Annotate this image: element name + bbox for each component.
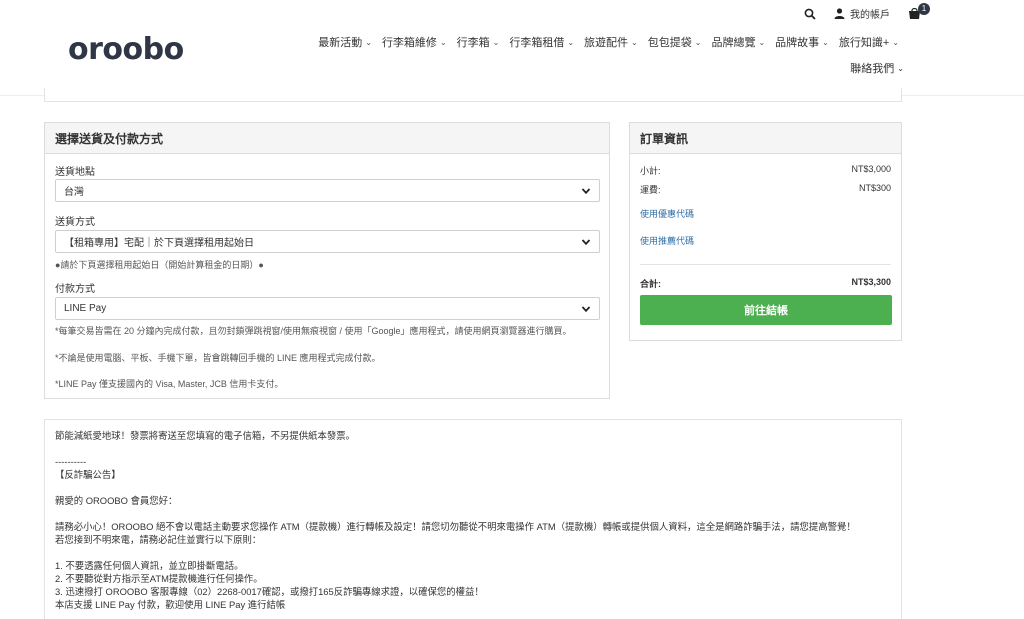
nav-item-label: 品牌故事 [775,37,820,49]
nav-item[interactable]: 行李箱維修 ⌄ [377,34,452,50]
subtotal-row: 小計: NT$3,000 [640,164,891,177]
subtotal-label: 小計: [640,166,661,176]
checkout-button[interactable]: 前往結帳 [640,295,892,325]
nav-item-label: 最新活動 [318,37,363,49]
notice-line: 【反詐騙公告】 [55,469,121,480]
notice-line: 3. 迅速撥打 OROOBO 客服專線（02）2268-0017確認，或撥打16… [55,586,484,597]
nav-item[interactable]: 旅行知識+ ⌄ [834,34,904,50]
notice-line: 本店支援 LINE Pay 付款，歡迎使用 LINE Pay 進行結帳 [55,599,286,610]
user-icon [834,8,845,19]
payment-label: 付款方式 [55,284,95,295]
nav-item-label: 行李箱維修 [381,37,437,49]
payment-note: *每筆交易皆需在 20 分鐘內完成付款，且勿封鎖彈跳視窗/使用無痕視窗 / 使用… [55,326,572,336]
main-nav: 最新活動 ⌄ 行李箱維修 ⌄ 行李箱 ⌄ 行李箱租借 ⌄ 旅遊配件 ⌄ 包包提袋 ⌄ 品牌總… [313,34,904,50]
select-value: 【租箱專用】宅配｜於下頁選擇租用起始日 [64,238,254,249]
nav-item[interactable]: 品牌故事 ⌄ [770,34,834,50]
panel-title: 選擇送貨及付款方式 [45,123,609,154]
cart-button[interactable]: 1 [908,2,930,20]
nav-item[interactable]: 旅遊配件 ⌄ [579,34,643,50]
chevron-down-icon: ⌄ [822,37,829,47]
referral-code-link[interactable]: 使用推薦代碼 [640,234,694,247]
search-button[interactable] [804,8,816,20]
shipping-payment-panel: 選擇送貨及付款方式 送貨地點 台灣 送貨方式 【租箱專用】宅配｜於下頁選擇租用起… [44,122,610,399]
nav-item[interactable]: 包包提袋 ⌄ [643,34,707,50]
notice-line: 1. 不要透露任何個人資訊，並立即掛斷電話。 [55,560,244,571]
chevron-down-icon: ⌄ [365,37,372,47]
nav-item[interactable]: 最新活動 ⌄ [313,34,377,50]
chevron-down-icon [581,305,591,312]
total-row: 合計: NT$3,300 [640,277,891,290]
nav-item-label: 行李箱 [456,37,490,49]
panel-title: 訂單資訊 [630,123,901,154]
notice-line: 親愛的 OROOBO 會員您好： [55,495,178,506]
coupon-code-link[interactable]: 使用優惠代碼 [640,207,694,220]
method-note: ●請於下頁選擇租用起始日（開始計算租金的日期）● [55,260,264,270]
nav-item-label: 旅遊配件 [584,37,629,49]
shipping-fee-row: 運費: NT$300 [640,183,891,196]
subtotal-value: NT$3,000 [851,164,891,174]
payment-note: *不論是使用電腦、平板、手機下單，皆會跳轉回手機的 LINE 應用程式完成付款。 [55,353,381,363]
notice-line: ---------- [55,456,87,467]
nav-item-label: 行李箱租借 [509,37,565,49]
location-label: 送貨地點 [55,167,95,178]
search-icon [804,8,816,20]
location-select[interactable]: 台灣 [55,179,600,202]
chevron-down-icon: ⌄ [758,37,766,47]
nav-item-label: 包包提袋 [647,37,692,49]
chevron-down-icon [581,187,591,194]
method-select[interactable]: 【租箱專用】宅配｜於下頁選擇租用起始日 [55,230,600,253]
select-value: 台灣 [64,187,84,198]
chevron-down-icon: ⌄ [694,37,702,47]
notice-line: 若您接到不明來電，請務必記住並實行以下原則： [55,534,262,545]
select-value: LINE Pay [64,303,107,314]
nav-item-label: 聯絡我們 [850,63,895,75]
payment-note: *LINE Pay 僅支援國內的 Visa, Master, JCB 信用卡支付… [55,379,284,389]
notice-line: 2. 不要聽從對方指示至ATM提款機進行任何操作。 [55,573,263,584]
chevron-down-icon: ⌄ [567,37,575,47]
divider [640,264,891,265]
nav-item-label: 品牌總覽 [711,37,756,49]
account-link[interactable]: 我的帳戶 [834,6,890,21]
nav-item[interactable]: 品牌總覽 ⌄ [706,34,770,50]
site-header: oroobo 我的帳戶 1 最新活動 ⌄ 行李箱維修 ⌄ 行李箱 ⌄ 行李箱租借 ⌄ 旅… [0,0,1024,96]
shipping-fee-label: 運費: [640,185,661,195]
nav-item[interactable]: 行李箱 ⌄ [452,34,505,50]
top-utility-bar: 我的帳戶 1 [804,2,930,21]
nav-item[interactable]: 行李箱租借 ⌄ [504,34,579,50]
nav-item-contact[interactable]: 聯絡我們 ⌄ [850,60,904,76]
logo[interactable]: oroobo [68,32,184,67]
notice-line: 節能減紙愛地球！發票將寄送至您填寫的電子信箱，不另提供紙本發票。 [55,430,356,441]
chevron-down-icon: ⌄ [631,37,638,47]
chevron-down-icon [581,238,591,245]
chevron-down-icon: ⌄ [439,37,447,47]
cart-count-badge: 1 [918,2,930,15]
notice-panel: 節能減紙愛地球！發票將寄送至您填寫的電子信箱，不另提供紙本發票。 -------… [44,419,902,619]
previous-section-panel [44,88,902,102]
order-summary-panel: 訂單資訊 小計: NT$3,000 運費: NT$300 使用優惠代碼 使用推薦… [629,122,902,341]
account-label: 我的帳戶 [850,10,890,21]
chevron-down-icon: ⌄ [897,63,904,73]
payment-select[interactable]: LINE Pay [55,297,600,320]
shipping-fee-value: NT$300 [858,183,891,193]
chevron-down-icon: ⌄ [892,37,899,47]
method-label: 送貨方式 [55,217,95,228]
chevron-down-icon: ⌄ [492,37,500,47]
nav-item-label: 旅行知識+ [838,37,890,49]
notice-line: 請務必小心！OROOBO 絕不會以電話主動要求您操作 ATM（提款機）進行轉帳及… [55,521,856,532]
total-value: NT$3,300 [851,277,891,287]
total-label: 合計: [640,279,661,289]
